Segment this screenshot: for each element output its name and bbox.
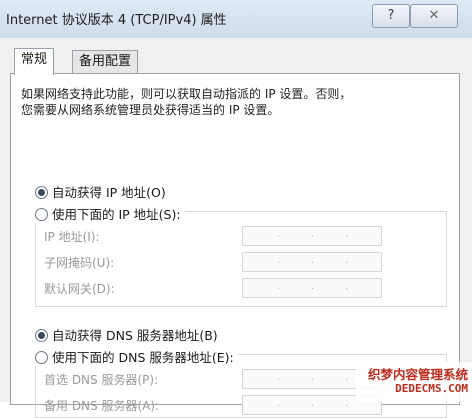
description-line-1: 如果网络支持此功能，则可以获取自动指派的 IP 设置。否则，	[21, 87, 352, 101]
ip-auto-radio[interactable]	[35, 186, 48, 199]
tab-alternate-config[interactable]: 备用配置	[72, 50, 139, 73]
subnet-mask-field[interactable]: ...	[242, 252, 382, 272]
dns-auto-radio[interactable]	[35, 329, 48, 342]
tab-general[interactable]: 常规	[14, 48, 55, 75]
default-gateway-field[interactable]: ...	[242, 278, 382, 298]
ip-manual-radio[interactable]	[35, 208, 48, 221]
ip-address-field[interactable]: ...	[242, 226, 382, 246]
tab-content-general: 如果网络支持此功能，则可以获取自动指派的 IP 设置。否则， 您需要从网络系统管…	[10, 73, 460, 418]
dns-manual-option[interactable]: 使用下面的 DNS 服务器地址(E):	[35, 347, 238, 366]
ip-manual-group: IP 地址(I): ... 子网掩码(U): ... 默认网关(D): ...	[35, 211, 447, 307]
ip-manual-option[interactable]: 使用下面的 IP 地址(S):	[35, 204, 185, 223]
site-watermark: 织梦内容管理系统 DEDECMS.COM	[356, 362, 472, 402]
window-title: Internet 协议版本 4 (TCP/IPv4) 属性	[6, 13, 227, 28]
dns-auto-label: 自动获得 DNS 服务器地址(B)	[52, 328, 218, 343]
dns-auto-option[interactable]: 自动获得 DNS 服务器地址(B)	[35, 325, 222, 344]
dns-manual-label: 使用下面的 DNS 服务器地址(E):	[52, 350, 234, 365]
preferred-dns-label: 首选 DNS 服务器(P):	[44, 373, 159, 387]
description-text: 如果网络支持此功能，则可以获取自动指派的 IP 设置。否则， 您需要从网络系统管…	[21, 86, 441, 118]
watermark-text-cn: 织梦内容管理系统	[367, 367, 468, 382]
close-icon: ✕	[428, 8, 440, 23]
help-icon: ?	[387, 8, 395, 23]
default-gateway-label: 默认网关(D):	[44, 282, 115, 296]
ip-manual-label: 使用下面的 IP 地址(S):	[52, 207, 181, 222]
close-button[interactable]: ✕	[410, 4, 458, 28]
title-bar: Internet 协议版本 4 (TCP/IPv4) 属性 ? ✕	[0, 0, 472, 39]
dns-manual-radio[interactable]	[35, 351, 48, 364]
ip-address-label: IP 地址(I):	[44, 230, 100, 244]
ip-auto-label: 自动获得 IP 地址(O)	[52, 185, 166, 200]
subnet-mask-label: 子网掩码(U):	[44, 256, 115, 270]
description-line-2: 您需要从网络系统管理员处获得适当的 IP 设置。	[21, 103, 280, 117]
ip-auto-option[interactable]: 自动获得 IP 地址(O)	[35, 182, 170, 201]
watermark-text-domain: DEDECMS.COM	[395, 382, 468, 395]
dialog-panel: 常规 备用配置 如果网络支持此功能，则可以获取自动指派的 IP 设置。否则， 您…	[0, 38, 472, 418]
alternate-dns-label: 备用 DNS 服务器(A):	[44, 399, 160, 413]
help-button[interactable]: ?	[372, 4, 410, 28]
